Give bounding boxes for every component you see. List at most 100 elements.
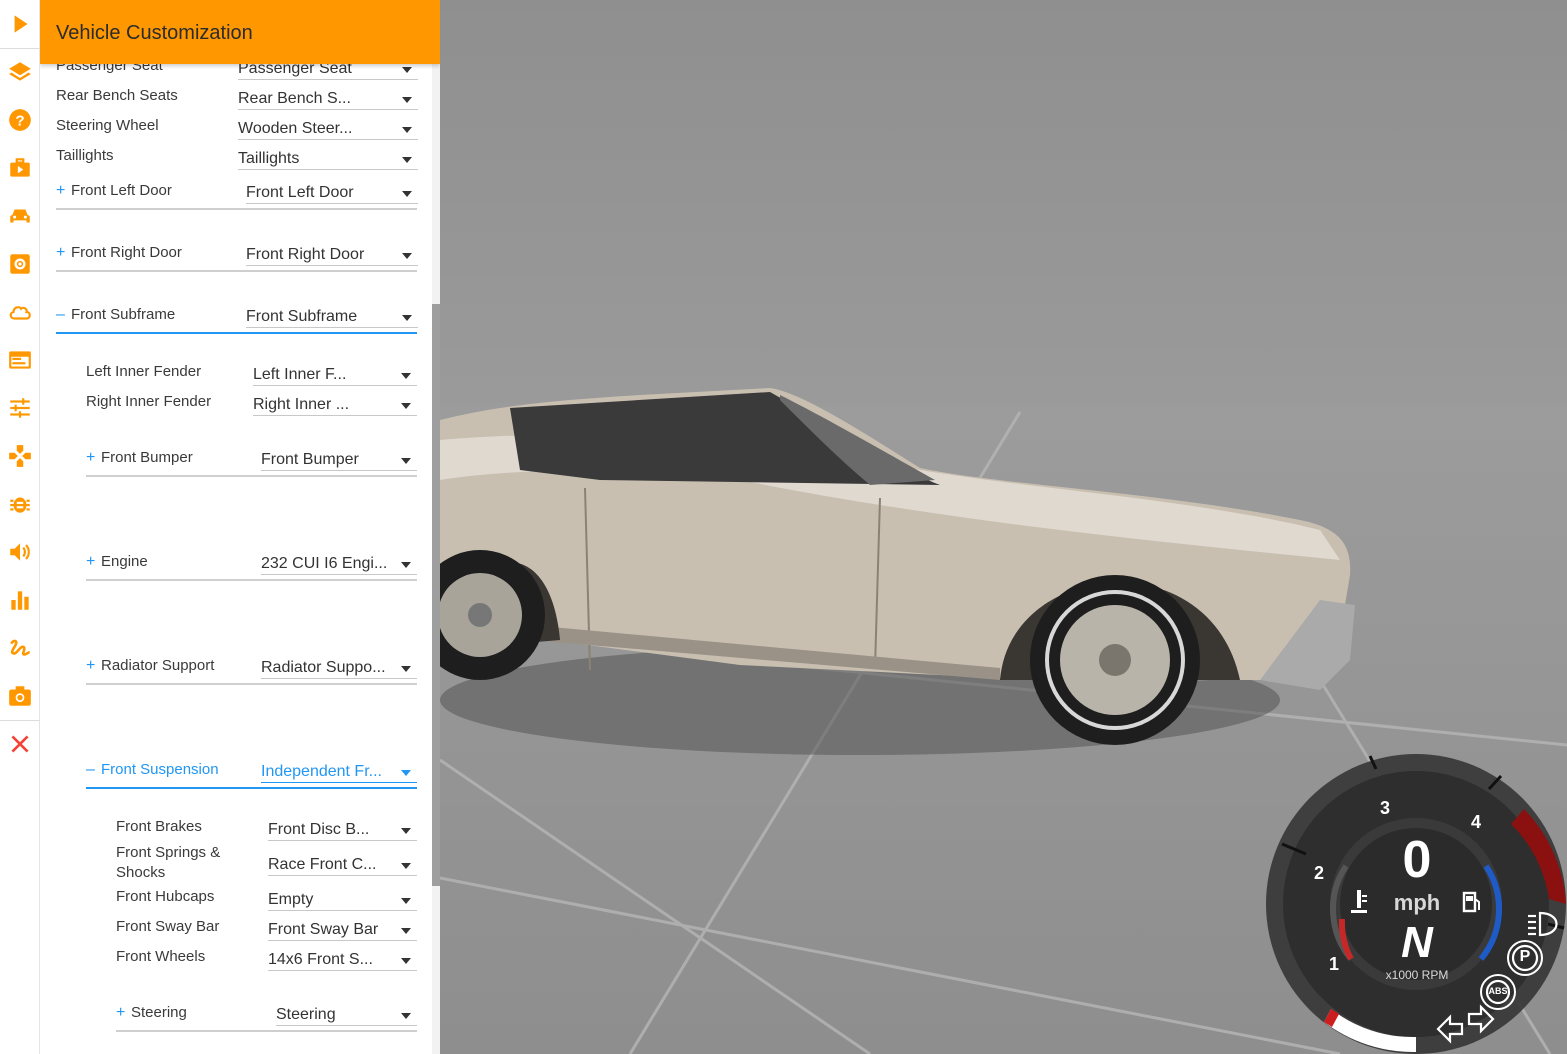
play-icon[interactable] bbox=[0, 4, 40, 44]
web-asset-icon[interactable] bbox=[0, 340, 40, 380]
part-label: Left Inner Fender bbox=[86, 363, 202, 380]
part-group-label: + Steering bbox=[116, 1004, 187, 1021]
part-select[interactable]: Rear Bench S... bbox=[238, 88, 418, 110]
part-select-value: Rear Bench S... bbox=[238, 90, 351, 107]
expand-icon[interactable]: + bbox=[56, 182, 71, 199]
chevron-down-icon bbox=[401, 666, 411, 672]
volume-icon[interactable] bbox=[0, 532, 40, 572]
part-select-value: Taillights bbox=[238, 150, 300, 167]
part-select[interactable]: Front Disc B... bbox=[268, 819, 417, 841]
vehicle-customization-panel: Vehicle Customization Passenger Seat Pas… bbox=[40, 0, 440, 1054]
part-label: Front Bumper bbox=[101, 449, 193, 466]
part-row: Front Springs & Shocks Race Front C... bbox=[116, 843, 417, 883]
part-select[interactable]: Radiator Suppo... bbox=[261, 657, 417, 679]
part-select[interactable]: Race Front C... bbox=[268, 854, 417, 876]
part-group-label: + Radiator Support bbox=[86, 657, 214, 674]
part-row: Rear Bench Seats Rear Bench S... bbox=[56, 87, 418, 117]
chevron-down-icon bbox=[401, 562, 411, 568]
part-label: Front Subframe bbox=[71, 306, 176, 323]
part-select[interactable]: Independent Fr... bbox=[261, 761, 417, 783]
part-label: Taillights bbox=[56, 147, 114, 164]
collapse-icon[interactable]: – bbox=[56, 306, 71, 323]
car-icon[interactable] bbox=[0, 196, 40, 236]
settings-icon[interactable] bbox=[0, 244, 40, 284]
camera-icon[interactable] bbox=[0, 676, 40, 716]
part-group-label: + Front Left Door bbox=[56, 182, 172, 199]
close-icon[interactable] bbox=[0, 724, 40, 764]
part-select[interactable]: Front Subframe bbox=[246, 306, 418, 328]
part-select-value: Front Left Door bbox=[246, 184, 354, 201]
part-group-label: – Front Suspension bbox=[86, 761, 219, 778]
part-label: Front Springs & Shocks bbox=[116, 844, 221, 881]
part-label: Engine bbox=[101, 553, 148, 570]
part-select-value: 232 CUI I6 Engi... bbox=[261, 555, 388, 572]
chevron-down-icon bbox=[402, 191, 412, 197]
speedometer-gauge: 0 mph N x1000 RPM 1 2 3 4 P ABS bbox=[1266, 754, 1567, 1054]
part-select[interactable]: Taillights bbox=[238, 148, 418, 170]
part-select-value: 14x6 Front S... bbox=[268, 951, 373, 968]
part-group-label: + Engine bbox=[86, 553, 148, 570]
part-label: Steering Wheel bbox=[56, 117, 159, 134]
tune-icon[interactable] bbox=[0, 388, 40, 428]
part-label: Radiator Support bbox=[101, 657, 215, 674]
chevron-down-icon bbox=[401, 458, 411, 464]
gamepad-icon[interactable] bbox=[0, 436, 40, 476]
chevron-down-icon bbox=[402, 157, 412, 163]
part-select[interactable]: Empty bbox=[268, 889, 417, 911]
part-select[interactable]: Steering bbox=[276, 1004, 417, 1026]
panel-scrollbar-thumb[interactable] bbox=[432, 304, 440, 886]
chevron-down-icon bbox=[402, 253, 412, 259]
part-select[interactable]: Wooden Steer... bbox=[238, 118, 418, 140]
rpm-tick-4: 4 bbox=[1470, 812, 1481, 832]
group-divider bbox=[86, 683, 417, 685]
icon-bar: ? bbox=[0, 0, 40, 1054]
part-row: Taillights Taillights bbox=[56, 147, 418, 177]
rpm-tick-1: 1 bbox=[1328, 954, 1339, 974]
chevron-down-icon bbox=[401, 828, 411, 834]
part-select[interactable]: Front Bumper bbox=[261, 449, 417, 471]
part-row: Front Hubcaps Empty bbox=[116, 888, 417, 918]
expand-icon[interactable]: + bbox=[86, 449, 101, 466]
chevron-down-icon bbox=[402, 127, 412, 133]
chart-icon[interactable] bbox=[0, 580, 40, 620]
part-label: Steering bbox=[131, 1004, 187, 1021]
chevron-down-icon bbox=[401, 958, 411, 964]
part-select[interactable]: 232 CUI I6 Engi... bbox=[261, 553, 417, 575]
part-select[interactable]: 14x6 Front S... bbox=[268, 949, 417, 971]
part-label: Right Inner Fender bbox=[86, 393, 212, 410]
gesture-icon[interactable] bbox=[0, 628, 40, 668]
expand-icon[interactable]: + bbox=[116, 1004, 131, 1021]
part-select-value: Steering bbox=[276, 1006, 336, 1023]
expand-icon[interactable]: + bbox=[56, 244, 71, 261]
group-divider-active bbox=[86, 787, 417, 789]
rpm-tick-2: 2 bbox=[1313, 863, 1324, 883]
part-select[interactable]: Front Left Door bbox=[246, 182, 418, 204]
part-select[interactable]: Left Inner F... bbox=[253, 364, 417, 386]
part-select-value: Left Inner F... bbox=[253, 366, 347, 383]
chevron-down-icon bbox=[401, 373, 411, 379]
expand-icon[interactable]: + bbox=[86, 553, 101, 570]
part-label: Front Left Door bbox=[71, 182, 172, 199]
part-select-value: Front Subframe bbox=[246, 308, 358, 325]
part-select-value: Empty bbox=[268, 891, 314, 908]
part-label: Front Right Door bbox=[71, 244, 182, 261]
part-select-value: Front Sway Bar bbox=[268, 921, 379, 938]
briefcase-icon[interactable] bbox=[0, 148, 40, 188]
help-icon[interactable]: ? bbox=[0, 100, 40, 140]
part-group-label: + Front Right Door bbox=[56, 244, 182, 261]
abs-label: ABS bbox=[1488, 986, 1508, 996]
part-select[interactable]: Front Right Door bbox=[246, 244, 418, 266]
chevron-down-icon bbox=[401, 928, 411, 934]
part-label: Front Sway Bar bbox=[116, 918, 220, 935]
cloud-icon[interactable] bbox=[0, 292, 40, 332]
part-select-value: Wooden Steer... bbox=[238, 120, 353, 137]
layers-icon[interactable] bbox=[0, 52, 40, 92]
part-select[interactable]: Front Sway Bar bbox=[268, 919, 417, 941]
part-select[interactable]: Right Inner ... bbox=[253, 394, 417, 416]
chevron-down-icon bbox=[402, 315, 412, 321]
expand-icon[interactable]: + bbox=[86, 657, 101, 674]
part-select-value: Front Disc B... bbox=[268, 821, 370, 838]
collapse-icon[interactable]: – bbox=[86, 761, 101, 778]
bug-icon[interactable] bbox=[0, 484, 40, 524]
group-divider bbox=[86, 579, 417, 581]
